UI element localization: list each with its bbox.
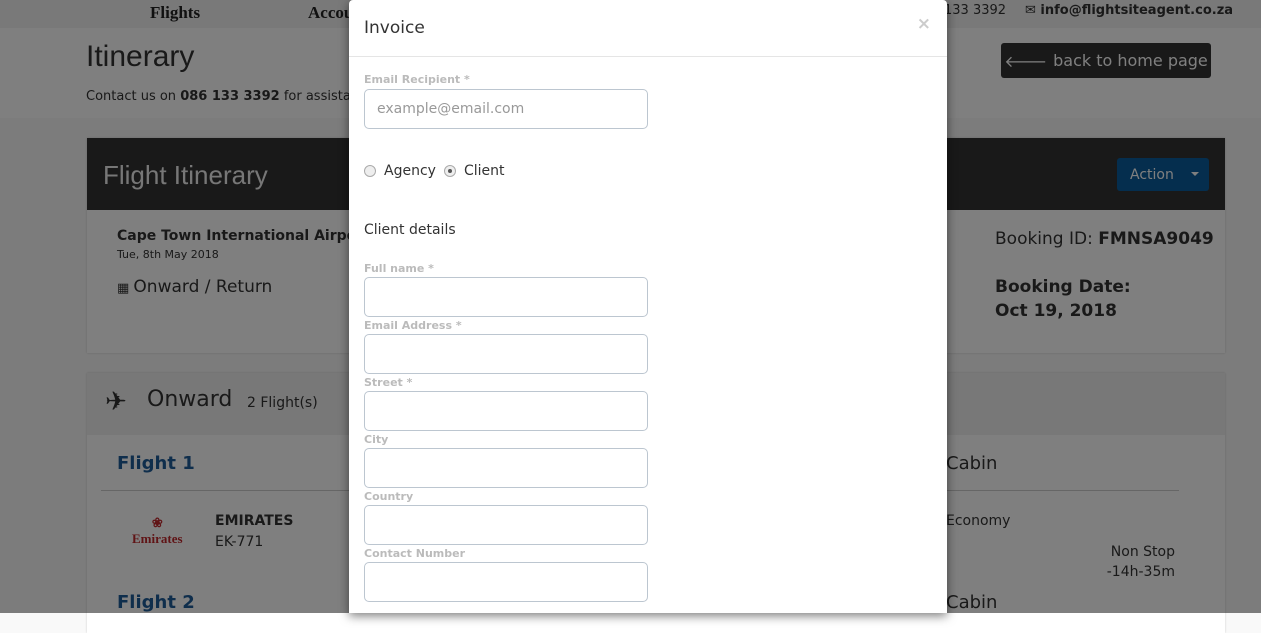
modal-title: Invoice bbox=[364, 18, 425, 38]
email-recipient-input[interactable] bbox=[364, 89, 648, 129]
client-details-heading: Client details bbox=[364, 222, 456, 238]
close-icon[interactable]: × bbox=[917, 14, 931, 34]
country-input[interactable] bbox=[364, 505, 648, 545]
radio-agency[interactable]: Agency bbox=[364, 163, 436, 179]
city-label: City bbox=[364, 433, 389, 446]
radio-circle-selected[interactable] bbox=[444, 165, 456, 177]
contact-number-label: Contact Number bbox=[364, 547, 466, 560]
full-name-input[interactable] bbox=[364, 277, 648, 317]
invoice-modal: Invoice × Email Recipient * Agency Client… bbox=[349, 0, 947, 613]
email-recipient-label: Email Recipient * bbox=[364, 73, 470, 86]
contact-number-input[interactable] bbox=[364, 562, 648, 602]
country-label: Country bbox=[364, 490, 414, 503]
radio-circle[interactable] bbox=[364, 165, 376, 177]
city-input[interactable] bbox=[364, 448, 648, 488]
street-input[interactable] bbox=[364, 391, 648, 431]
email-address-label: Email Address * bbox=[364, 319, 462, 332]
street-label: Street * bbox=[364, 376, 413, 389]
full-name-label: Full name * bbox=[364, 262, 434, 275]
radio-client[interactable]: Client bbox=[444, 163, 505, 179]
email-address-input[interactable] bbox=[364, 334, 648, 374]
